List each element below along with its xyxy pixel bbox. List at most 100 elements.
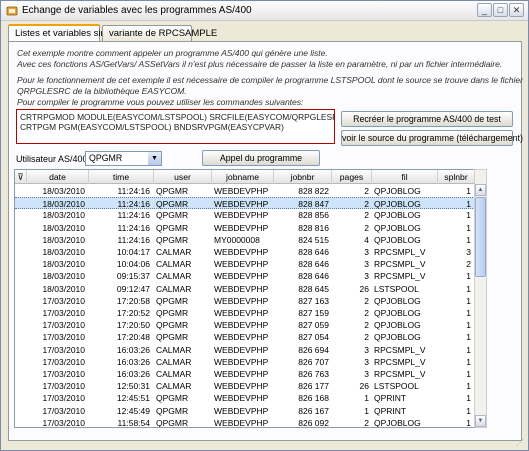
table-row[interactable]: 17/03/2010 16:03:26 CALMAR WEBDEVPHP 826 763… [15,368,475,380]
cell-fil: LSTSPOOL [374,381,419,392]
cell-jobname: WEBDEVPHP [214,199,269,210]
cell-user: QPGMR [156,417,189,428]
cell-user: CALMAR [156,247,192,257]
cell-pages: 2 [364,308,369,318]
cell-jobname: WEBDEVPHP [214,283,269,294]
cell-jobname: WEBDEVPHP [214,308,269,318]
cell-pages: 2 [364,417,369,428]
cell-user: QPGMR [156,199,189,210]
cell-date: 18/03/2010 [42,247,85,257]
chevron-down-icon[interactable]: ▼ [148,152,161,165]
cell-time: 11:24:16 [117,210,150,221]
table-row[interactable]: 17/03/2010 16:03:26 CALMAR WEBDEVPHP 826 694… [15,344,475,356]
cell-splnbr: 1 [466,234,471,245]
cell-pages: 3 [364,271,369,282]
column-header-jobnbr[interactable]: jobnbr [274,170,332,184]
table-row[interactable]: 18/03/2010 11:24:16 QPGMR WEBDEVPHP 828 822 2… [15,185,475,197]
table-row[interactable]: 17/03/2010 12:50:31 CALMAR WEBDEVPHP 826 177… [15,380,475,392]
description-line: QRPGLESRC de la bibliothèque EASYCOM. [17,86,187,96]
cell-fil: QPJOBLOG [374,222,421,233]
cell-fil: QPJOBLOG [374,295,421,306]
cell-user: QPGMR [156,320,189,331]
tab-listes-variables[interactable]: Listes et variables simples [8,24,126,41]
table-row[interactable]: 18/03/2010 10:04:17 CALMAR WEBDEVPHP 828 646… [15,246,475,258]
cell-user: CALMAR [156,356,192,367]
cell-splnbr: 1 [466,356,471,367]
table-row[interactable]: 17/03/2010 17:20:50 QPGMR WEBDEVPHP 827 059 2… [15,319,475,331]
cell-fil: QPJOBLOG [374,308,421,318]
tab-panel: Cet exemple montre comment appeler un pr… [8,41,523,441]
cell-time: 11:24:16 [117,186,150,196]
recreate-program-button[interactable]: Recréer le programme AS/400 de test [341,111,513,127]
cell-date: 17/03/2010 [42,295,85,306]
table-row[interactable]: 18/03/2010 09:12:47 CALMAR WEBDEVPHP 828 645… [15,283,475,295]
cell-jobnbr: 827 159 [298,308,329,318]
window-title: Echange de variables avec les programmes… [22,5,252,16]
cell-fil: QPJOBLOG [374,320,421,331]
main-window: Echange de variables avec les programmes… [0,0,529,451]
cell-fil: QPJOBLOG [374,234,421,245]
column-header-time[interactable]: time [89,170,154,184]
cell-date: 17/03/2010 [42,308,85,318]
cell-time: 09:15:37 [116,271,150,282]
cell-date: 17/03/2010 [42,344,85,355]
table-row[interactable]: 17/03/2010 12:45:49 QPGMR WEBDEVPHP 826 167 1… [15,405,475,417]
cell-jobname: MY0000008 [214,234,260,245]
table-row[interactable]: 17/03/2010 11:58:54 QPGMR WEBDEVPHP 826 092 2… [15,417,475,428]
cell-splnbr: 1 [466,417,471,428]
table-row[interactable]: 18/03/2010 10:04:06 CALMAR WEBDEVPHP 828 646… [15,258,475,270]
scroll-down-icon[interactable]: ▼ [475,415,486,427]
cell-date: 18/03/2010 [42,199,85,210]
cell-jobnbr: 828 856 [298,210,329,221]
table-row[interactable]: 18/03/2010 09:15:37 CALMAR WEBDEVPHP 828 646… [15,270,475,282]
cell-time: 16:03:26 [116,344,150,355]
table-header: ⊽ date time user jobname jobnbr pages fi… [15,170,480,184]
cell-time: 17:20:52 [116,308,150,318]
cell-splnbr: 1 [466,186,471,196]
cell-time: 16:03:26 [116,356,150,367]
cell-jobname: WEBDEVPHP [214,381,269,392]
title-bar[interactable]: Echange de variables avec les programmes… [1,1,528,21]
cell-date: 18/03/2010 [42,283,85,294]
column-header-jobname[interactable]: jobname [212,170,274,184]
tab-variante-rpcsample[interactable]: variante de RPCSAMPLE [102,25,217,41]
column-header-fil[interactable]: fil [372,170,438,184]
column-header-splnbr[interactable]: splnbr [438,170,475,184]
table-row[interactable]: 18/03/2010 11:24:16 QPGMR WEBDEVPHP 828 816 2… [15,222,475,234]
view-source-button[interactable]: voir le source du programme (téléchargem… [341,130,523,146]
column-header-pages[interactable]: pages [332,170,372,184]
table-row[interactable]: 17/03/2010 17:20:58 QPGMR WEBDEVPHP 827 163 2… [15,295,475,307]
close-button[interactable]: ✕ [509,3,524,17]
table-row[interactable]: 17/03/2010 16:03:26 CALMAR WEBDEVPHP 826 707… [15,356,475,368]
cell-date: 18/03/2010 [42,234,85,245]
vertical-scrollbar[interactable]: ▲ ▼ [474,169,487,428]
cell-splnbr: 1 [466,308,471,318]
minimize-button[interactable]: _ [477,3,492,17]
column-header-date[interactable]: date [27,170,89,184]
resize-grip-icon[interactable]: ⋰ [516,438,526,448]
cell-splnbr: 1 [466,405,471,416]
cell-pages: 3 [364,369,369,379]
cell-splnbr: 1 [466,332,471,343]
cell-pages: 26 [359,283,369,294]
commands-textarea[interactable]: CRTRPGMOD MODULE(EASYCOM/LSTSPOOL) SRCFI… [16,109,335,144]
column-header-user[interactable]: user [154,170,212,184]
table-row[interactable]: 18/03/2010 11:24:16 QPGMR MY0000008 824 515 4… [15,234,475,246]
table-row[interactable]: 17/03/2010 12:45:51 QPGMR WEBDEVPHP 826 168 1… [15,392,475,404]
call-program-button[interactable]: Appel du programme [202,150,320,166]
table-row[interactable]: 18/03/2010 11:24:16 QPGMR WEBDEVPHP 828 847 2… [15,197,475,210]
user-select[interactable]: QPGMR ▼ [85,151,162,166]
cell-jobnbr: 826 168 [298,393,329,404]
cell-time: 12:50:31 [116,381,150,392]
scroll-thumb[interactable] [475,197,486,277]
cell-jobname: WEBDEVPHP [214,344,269,355]
filter-icon[interactable]: ⊽ [15,170,27,184]
spool-table[interactable]: ⊽ date time user jobname jobnbr pages fi… [14,169,481,428]
cell-splnbr: 2 [466,259,471,270]
table-row[interactable]: 17/03/2010 17:20:48 QPGMR WEBDEVPHP 827 054 2… [15,331,475,343]
cell-jobnbr: 824 515 [298,234,329,245]
maximize-button[interactable]: □ [493,3,508,17]
table-row[interactable]: 17/03/2010 17:20:52 QPGMR WEBDEVPHP 827 159 2… [15,307,475,319]
table-row[interactable]: 18/03/2010 11:24:16 QPGMR WEBDEVPHP 828 856 2… [15,209,475,221]
scroll-up-icon[interactable]: ▲ [475,184,486,196]
